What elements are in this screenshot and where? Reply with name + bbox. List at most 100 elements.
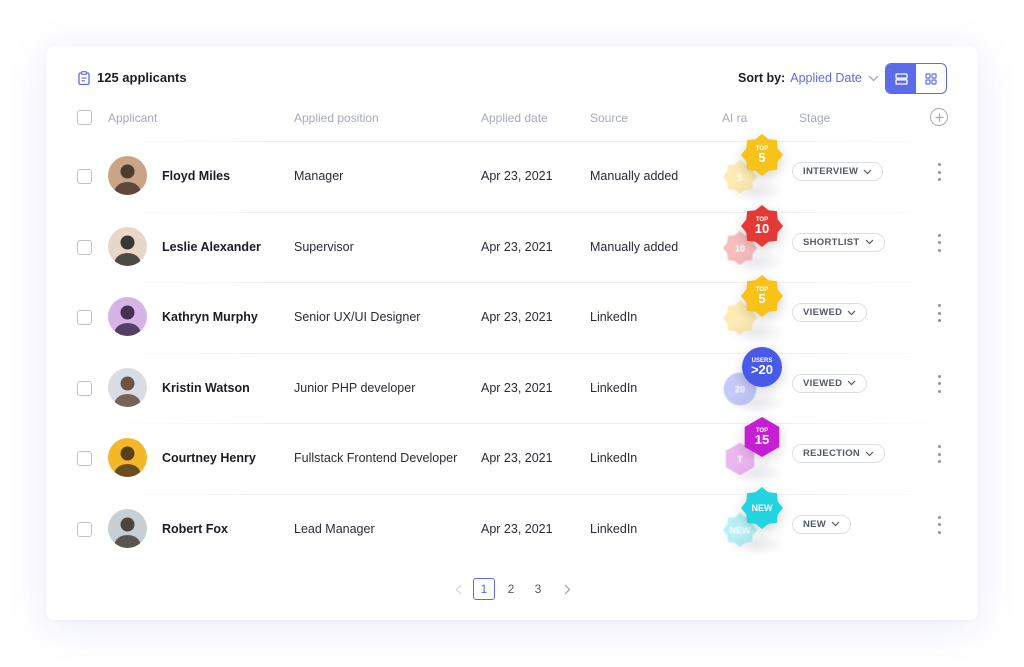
applicant-count-text: 125 applicants xyxy=(97,70,187,85)
prev-page-button[interactable] xyxy=(447,578,469,600)
applicant-name[interactable]: Robert Fox xyxy=(162,522,228,536)
avatar-icon xyxy=(108,508,147,548)
row-checkbox[interactable] xyxy=(77,169,92,184)
applicant-name[interactable]: Courtney Henry xyxy=(162,451,256,465)
applicant-name[interactable]: Leslie Alexander xyxy=(162,240,261,254)
stage-dropdown[interactable]: INTERVIEW xyxy=(792,162,884,181)
table-row[interactable]: Kristin Watson Junior PHP developer Apr 23… xyxy=(46,346,978,423)
page-button-3[interactable]: 3 xyxy=(527,578,549,600)
table-row[interactable]: Robert Fox Lead Manager Apr 23, 2021 Linked… xyxy=(46,486,978,564)
row-more-button[interactable] xyxy=(937,515,941,534)
applied-position: Manager xyxy=(294,169,344,183)
avatar xyxy=(108,508,147,548)
column-header-stage[interactable]: Stage xyxy=(799,111,830,125)
ai-rank-badge-value: >20 xyxy=(751,362,773,377)
grid-view-button[interactable] xyxy=(916,64,946,93)
ai-rank-badge-icon: NEW xyxy=(741,486,783,529)
applicant-name[interactable]: Kathryn Murphy xyxy=(162,310,258,324)
row-divider xyxy=(96,423,958,424)
more-dot xyxy=(937,460,941,463)
stage-dropdown[interactable]: VIEWED xyxy=(792,373,868,393)
applied-date: Apr 23, 2021 xyxy=(481,380,553,395)
column-header-ai-rank[interactable]: AI ra xyxy=(722,111,747,125)
row-divider xyxy=(96,352,958,354)
chevron-down-icon xyxy=(865,239,873,245)
more-dot xyxy=(937,530,941,534)
add-column-button[interactable] xyxy=(930,108,948,126)
table-row[interactable]: Courtney Henry Fullstack Frontend Develop… xyxy=(46,417,978,493)
row-checkbox[interactable] xyxy=(77,310,92,325)
avatar xyxy=(108,438,147,477)
applicant-name[interactable]: Kristin Watson xyxy=(162,381,250,395)
more-dot xyxy=(937,304,941,307)
source: LinkedIn xyxy=(590,380,638,395)
sort-value[interactable]: Applied Date xyxy=(790,71,862,85)
column-header-source[interactable]: Source xyxy=(590,111,628,125)
applicants-card: 125 applicants Sort by: Applied Date App… xyxy=(46,46,978,620)
list-view-button[interactable] xyxy=(886,64,916,93)
more-dot xyxy=(937,241,941,244)
more-dot xyxy=(937,178,941,181)
more-dot xyxy=(937,248,941,252)
more-dot xyxy=(937,382,941,385)
ai-rank-badge-icon: TOP10 xyxy=(741,204,783,247)
ai-rank-badge-icon: TOP5 xyxy=(741,275,783,317)
row-divider xyxy=(96,141,958,142)
ai-rank-badge-value: 10 xyxy=(755,221,769,236)
applied-position: Fullstack Frontend Developer xyxy=(294,451,458,465)
more-dot xyxy=(937,319,941,322)
row-divider xyxy=(96,282,958,283)
ai-rank-badge-value: 15 xyxy=(755,432,769,447)
stage-dropdown[interactable]: VIEWED xyxy=(792,303,868,322)
row-more-button[interactable] xyxy=(937,374,941,393)
avatar xyxy=(108,297,147,336)
row-more-button[interactable] xyxy=(937,304,941,322)
stage-dropdown[interactable]: REJECTION xyxy=(792,444,886,463)
select-all-checkbox[interactable] xyxy=(77,110,92,125)
avatar-icon xyxy=(108,156,147,195)
source: LinkedIn xyxy=(590,310,638,324)
chevron-down-icon[interactable] xyxy=(868,75,879,82)
row-more-button[interactable] xyxy=(937,163,941,181)
source: LinkedIn xyxy=(590,451,638,465)
ai-rank-badge-icon: USERS>20 xyxy=(742,346,782,387)
ai-rank-badge-value: 5 xyxy=(758,291,765,306)
clipboard-icon xyxy=(78,70,90,85)
row-checkbox[interactable] xyxy=(77,239,92,255)
sort-control[interactable]: Sort by: Applied Date xyxy=(738,71,879,85)
next-page-button[interactable] xyxy=(556,578,578,600)
table-row[interactable]: Kathryn Murphy Senior UX/UI Designer Apr 2… xyxy=(46,275,978,352)
applied-date: Apr 23, 2021 xyxy=(481,169,553,183)
table-row[interactable]: Leslie Alexander Supervisor Apr 23, 2021 Ma… xyxy=(46,204,978,282)
stage-dropdown[interactable]: SHORTLIST xyxy=(792,232,885,252)
column-header-position[interactable]: Applied position xyxy=(294,111,379,125)
more-dot xyxy=(937,445,941,448)
chevron-right-icon xyxy=(564,584,570,594)
table-row[interactable]: Floyd Miles Manager Apr 23, 2021 Manually a… xyxy=(46,134,978,211)
row-checkbox[interactable] xyxy=(77,451,92,466)
stage-dropdown[interactable]: NEW xyxy=(792,514,852,534)
page-button-2[interactable]: 2 xyxy=(500,578,522,600)
stage-label: REJECTION xyxy=(803,448,861,459)
ai-rank-badge-value: NEW xyxy=(752,503,774,513)
row-divider xyxy=(96,211,958,213)
column-header-date[interactable]: Applied date xyxy=(481,111,548,125)
pagination: 1 2 3 xyxy=(46,578,978,602)
toolbar: 125 applicants Sort by: Applied Date xyxy=(46,46,978,110)
chevron-down-icon xyxy=(847,310,856,315)
page-button-1[interactable]: 1 xyxy=(473,578,495,600)
row-more-button[interactable] xyxy=(937,445,941,463)
row-checkbox[interactable] xyxy=(77,521,92,537)
row-more-button[interactable] xyxy=(937,233,941,252)
more-dot xyxy=(937,311,941,315)
stage-label: INTERVIEW xyxy=(803,166,859,177)
row-checkbox[interactable] xyxy=(77,380,92,396)
column-header-applicant[interactable]: Applicant xyxy=(108,111,157,125)
applied-position: Senior UX/UI Designer xyxy=(294,310,421,324)
applied-position: Junior PHP developer xyxy=(294,380,416,395)
chevron-down-icon xyxy=(831,521,840,527)
applied-date: Apr 23, 2021 xyxy=(481,239,553,254)
applied-date: Apr 23, 2021 xyxy=(481,451,553,465)
source: LinkedIn xyxy=(590,521,638,536)
applicant-name[interactable]: Floyd Miles xyxy=(162,169,230,183)
